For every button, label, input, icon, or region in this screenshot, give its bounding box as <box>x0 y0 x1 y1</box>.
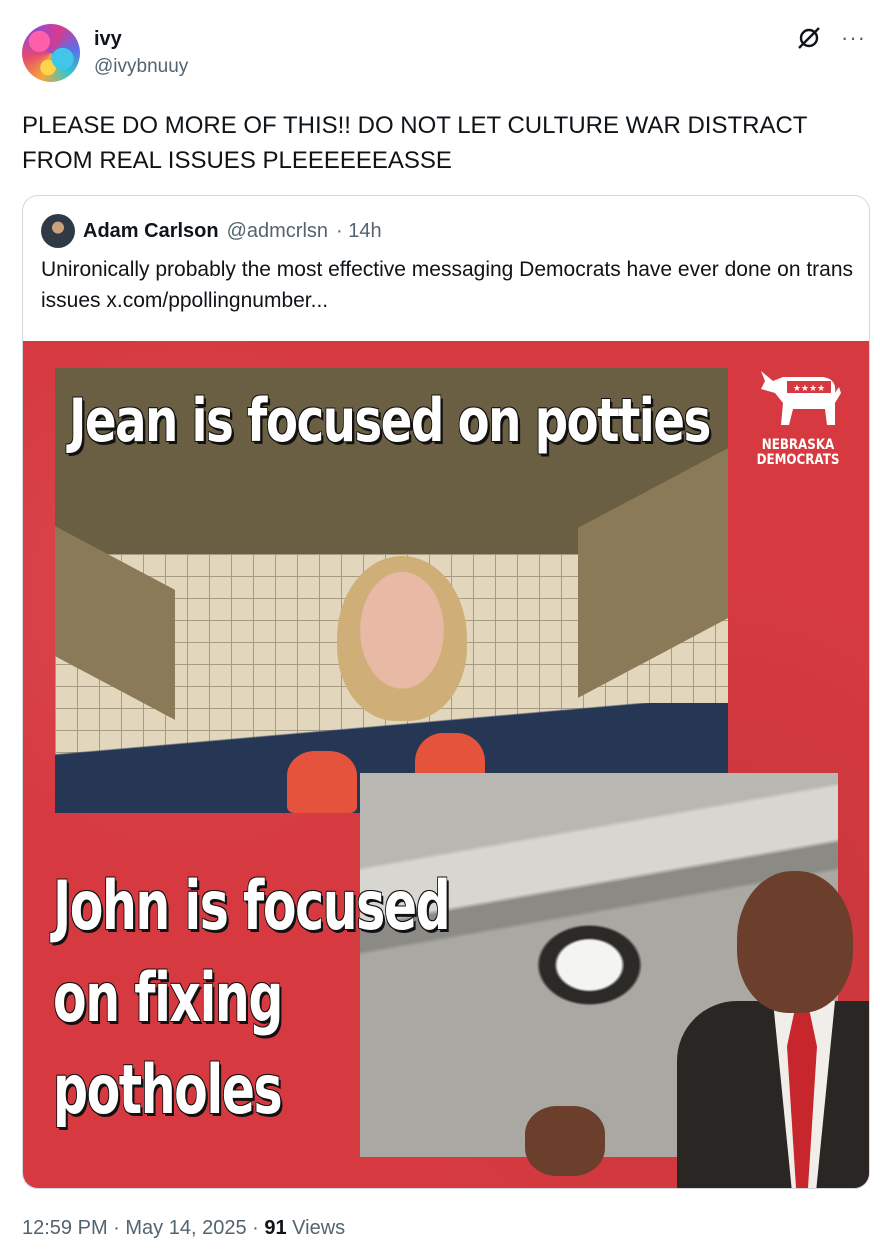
hand <box>525 1106 605 1176</box>
quoted-avatar[interactable] <box>41 214 75 248</box>
separator: · <box>246 1217 265 1239</box>
ad-image[interactable]: Jean is focused on potties ★★★★ NEBRASKA… <box>23 341 869 1188</box>
more-icon[interactable]: ··· <box>841 27 866 49</box>
candidate-photo <box>525 871 869 1188</box>
headline-bottom: John is focused on fixing potholes <box>53 861 451 1137</box>
upside-down-face <box>337 556 467 721</box>
donkey-icon: ★★★★ <box>761 371 841 425</box>
quoted-handle[interactable]: @admcrlsn <box>227 220 328 243</box>
quoted-time[interactable]: · 14h <box>336 220 382 243</box>
headline-top: Jean is focused on potties <box>69 386 711 456</box>
nebraska-democrats-logo: ★★★★ NEBRASKA DEMOCRATS <box>748 363 848 468</box>
logo-line1: NEBRASKA <box>761 437 835 453</box>
headline-bottom-line1: John is focused <box>53 867 451 946</box>
head <box>737 871 853 1013</box>
views-label: Views <box>286 1217 346 1239</box>
separator: · <box>107 1217 126 1239</box>
post-date[interactable]: May 14, 2025 <box>125 1217 246 1239</box>
views-count: 91 <box>264 1217 287 1239</box>
tweet-actions-top: ··· <box>795 24 866 52</box>
quoted-text: Unironically probably the most effective… <box>41 258 854 312</box>
svg-text:★★★★: ★★★★ <box>793 384 825 394</box>
quoted-name[interactable]: Adam Carlson <box>83 220 219 243</box>
suit <box>677 1001 869 1188</box>
headline-bottom-line3: potholes <box>53 1051 283 1130</box>
quoted-tweet[interactable]: Adam Carlson @admcrlsn · 14h Unironicall… <box>22 195 870 1189</box>
headline-bottom-line2: on fixing <box>53 959 283 1038</box>
author-handle[interactable]: @ivybnuuy <box>94 56 188 78</box>
logo-line2: DEMOCRATS <box>756 452 840 468</box>
author-name[interactable]: ivy <box>94 28 122 51</box>
tweet-footer: 12:59 PM · May 14, 2025 · 91 Views <box>22 1217 345 1240</box>
author-avatar[interactable] <box>22 24 80 82</box>
shoe-left <box>287 751 357 813</box>
quoted-header: Adam Carlson @admcrlsn · 14h <box>41 214 382 248</box>
post-time[interactable]: 12:59 PM <box>22 1217 108 1239</box>
grok-icon[interactable] <box>795 24 823 52</box>
tweet-text: PLEASE DO MORE OF THIS!! DO NOT LET CULT… <box>22 112 808 174</box>
